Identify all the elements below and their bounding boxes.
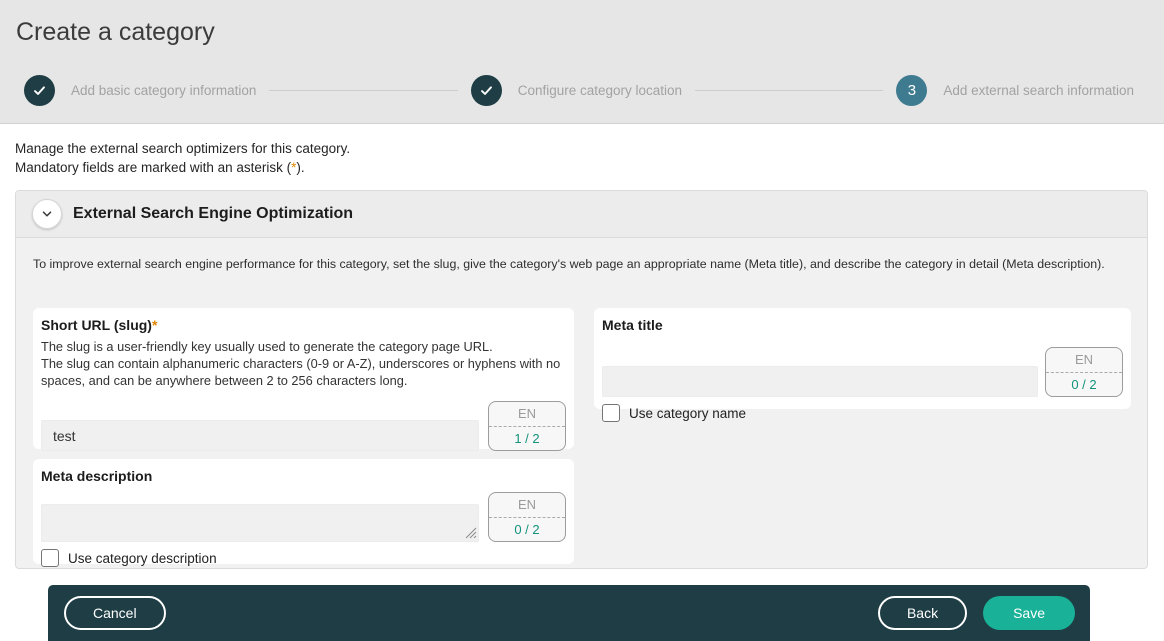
step-connector xyxy=(269,90,457,91)
meta-description-language-selector[interactable]: EN 0 / 2 xyxy=(488,492,566,542)
meta-title-input[interactable] xyxy=(602,366,1038,397)
use-category-description-checkbox[interactable] xyxy=(41,549,59,567)
meta-description-card: Meta description EN 0 / 2 Use category d… xyxy=(33,459,574,564)
step-connector xyxy=(695,90,883,91)
slug-label: Short URL (slug)* xyxy=(41,317,566,333)
step-external-search[interactable]: 3 Add external search information xyxy=(896,75,1134,106)
intro-line-1: Manage the external search optimizers fo… xyxy=(15,139,350,158)
cancel-button[interactable]: Cancel xyxy=(64,596,166,630)
seo-panel-title: External Search Engine Optimization xyxy=(73,205,353,223)
intro-text: Manage the external search optimizers fo… xyxy=(15,139,350,177)
seo-panel-description: To improve external search engine perfor… xyxy=(33,257,1105,271)
chevron-down-icon xyxy=(40,207,54,221)
seo-panel: External Search Engine Optimization To i… xyxy=(15,190,1148,569)
use-category-description-label: Use category description xyxy=(68,551,217,566)
step-3-circle: 3 xyxy=(896,75,927,106)
meta-description-language-code: EN xyxy=(489,493,565,518)
use-category-description-row: Use category description xyxy=(41,549,566,567)
meta-description-textarea[interactable] xyxy=(41,504,479,542)
use-category-name-row: Use category name xyxy=(602,404,1123,422)
meta-title-label: Meta title xyxy=(602,317,1123,333)
step-1-label: Add basic category information xyxy=(71,83,256,98)
check-icon xyxy=(32,83,47,98)
meta-title-card: Meta title EN 0 / 2 Use category name xyxy=(594,308,1131,409)
use-category-name-checkbox[interactable] xyxy=(602,404,620,422)
page-title: Create a category xyxy=(16,18,215,47)
resize-handle-icon[interactable] xyxy=(464,526,477,539)
step-basic-info[interactable]: Add basic category information xyxy=(24,75,256,106)
seo-panel-header[interactable]: External Search Engine Optimization xyxy=(16,191,1147,238)
slug-language-selector[interactable]: EN 1 / 2 xyxy=(488,401,566,451)
collapse-toggle-button[interactable] xyxy=(32,199,62,229)
step-3-label: Add external search information xyxy=(943,83,1134,98)
slug-help-text: The slug is a user-friendly key usually … xyxy=(41,338,566,389)
meta-description-language-count: 0 / 2 xyxy=(489,518,565,542)
step-category-location[interactable]: Configure category location xyxy=(471,75,682,106)
meta-title-language-selector[interactable]: EN 0 / 2 xyxy=(1045,347,1123,397)
use-category-name-label: Use category name xyxy=(629,406,746,421)
slug-language-code: EN xyxy=(489,402,565,427)
footer-action-bar: Cancel Back Save xyxy=(48,585,1090,641)
slug-card: Short URL (slug)* The slug is a user-fri… xyxy=(33,308,574,449)
slug-input[interactable] xyxy=(41,420,479,451)
meta-description-label: Meta description xyxy=(41,468,566,484)
page-header: Create a category Add basic category inf… xyxy=(0,0,1164,124)
step-2-circle xyxy=(471,75,502,106)
create-category-wizard: Create a category Add basic category inf… xyxy=(0,0,1164,641)
back-button[interactable]: Back xyxy=(878,596,967,630)
slug-language-count: 1 / 2 xyxy=(489,427,565,451)
check-icon xyxy=(479,83,494,98)
intro-line-2: Mandatory fields are marked with an aste… xyxy=(15,158,350,177)
save-button[interactable]: Save xyxy=(983,596,1075,630)
step-1-circle xyxy=(24,75,55,106)
required-asterisk: * xyxy=(152,317,157,333)
step-2-label: Configure category location xyxy=(518,83,682,98)
wizard-stepper: Add basic category information Configure… xyxy=(24,74,1134,106)
meta-title-language-code: EN xyxy=(1046,348,1122,373)
meta-title-language-count: 0 / 2 xyxy=(1046,373,1122,397)
